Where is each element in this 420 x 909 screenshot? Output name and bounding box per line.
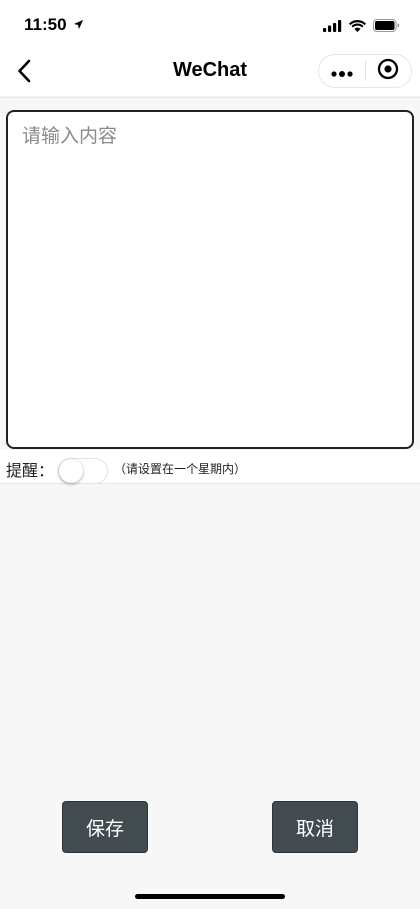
location-arrow-icon bbox=[73, 15, 84, 35]
target-icon bbox=[377, 58, 399, 84]
reminder-label: 提醒： bbox=[6, 461, 55, 480]
reminder-hint: （请设置在一个星期内） bbox=[114, 462, 247, 476]
status-time: 11:50 bbox=[24, 15, 67, 34]
save-button[interactable]: 保存 bbox=[62, 801, 148, 853]
nav-bar: WeChat bbox=[0, 50, 420, 96]
more-button[interactable] bbox=[319, 55, 365, 87]
reminder-row: 提醒： （请设置在一个星期内） bbox=[0, 450, 420, 484]
nav-divider bbox=[0, 97, 420, 98]
wifi-icon bbox=[349, 17, 366, 36]
status-icons bbox=[323, 17, 400, 36]
home-indicator bbox=[135, 894, 285, 899]
status-time-group: 11:50 bbox=[24, 15, 84, 35]
status-bar: 11:50 bbox=[0, 0, 420, 50]
mini-program-capsule bbox=[318, 54, 412, 88]
signal-icon bbox=[323, 17, 342, 36]
toggle-knob bbox=[59, 459, 83, 483]
more-dots-icon bbox=[331, 62, 353, 81]
reminder-toggle[interactable] bbox=[58, 458, 108, 484]
close-miniprogram-button[interactable] bbox=[366, 55, 412, 87]
chevron-left-icon bbox=[17, 59, 31, 87]
back-button[interactable] bbox=[8, 56, 40, 90]
battery-icon bbox=[373, 17, 400, 36]
content-input[interactable] bbox=[6, 110, 414, 449]
cancel-button[interactable]: 取消 bbox=[272, 801, 358, 853]
